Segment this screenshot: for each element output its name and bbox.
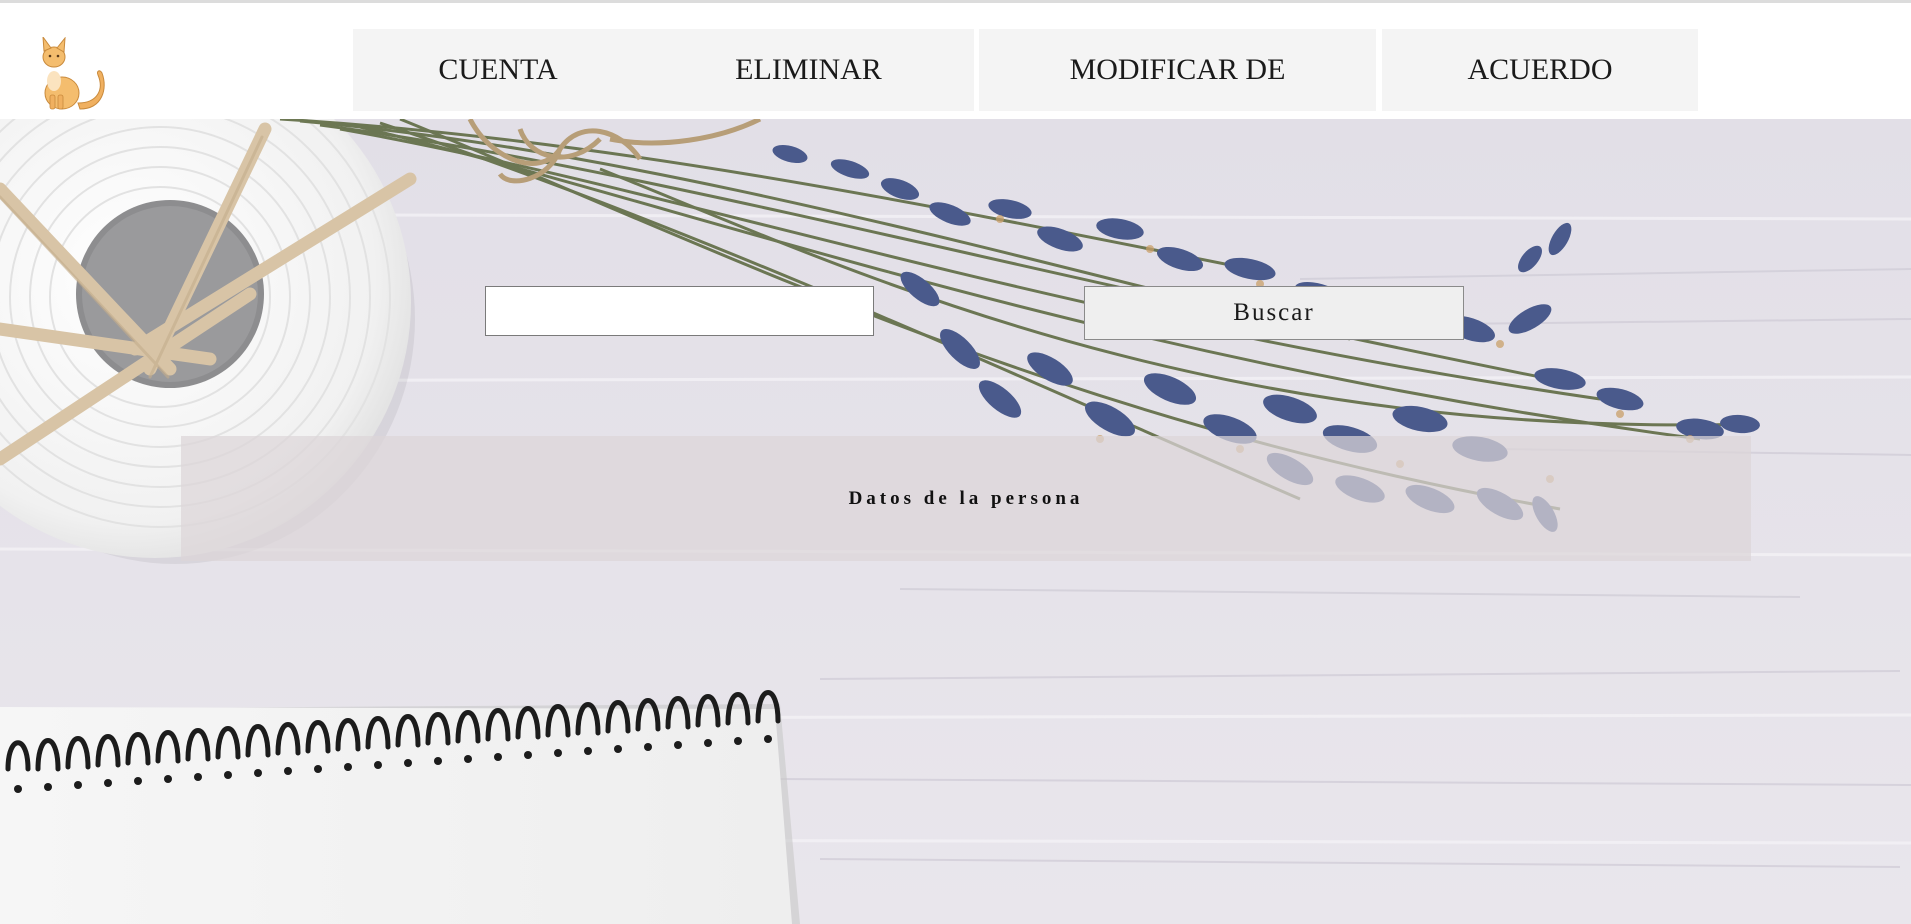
header: CUENTA ELIMINAR MODIFICAR DE ACUERDO xyxy=(0,3,1911,119)
nav-item-eliminar[interactable]: ELIMINAR xyxy=(643,29,974,111)
nav-item-cuenta[interactable]: CUENTA xyxy=(353,29,643,111)
nav-group-left: CUENTA ELIMINAR xyxy=(353,29,974,111)
nav-item-acuerdo[interactable]: ACUERDO xyxy=(1382,29,1698,111)
search-button[interactable]: Buscar xyxy=(1084,286,1464,340)
panel-title: Datos de la persona xyxy=(848,488,1084,509)
cat-logo-icon[interactable] xyxy=(28,35,108,113)
person-data-panel: Datos de la persona xyxy=(181,436,1751,561)
nav-item-modificar-de[interactable]: MODIFICAR DE xyxy=(979,29,1376,111)
nav-group-right: ACUERDO xyxy=(1382,29,1698,111)
page: CUENTA ELIMINAR MODIFICAR DE ACUERDO Bus… xyxy=(0,0,1911,924)
search-input[interactable] xyxy=(485,286,874,336)
nav-group-middle: MODIFICAR DE xyxy=(979,29,1376,111)
